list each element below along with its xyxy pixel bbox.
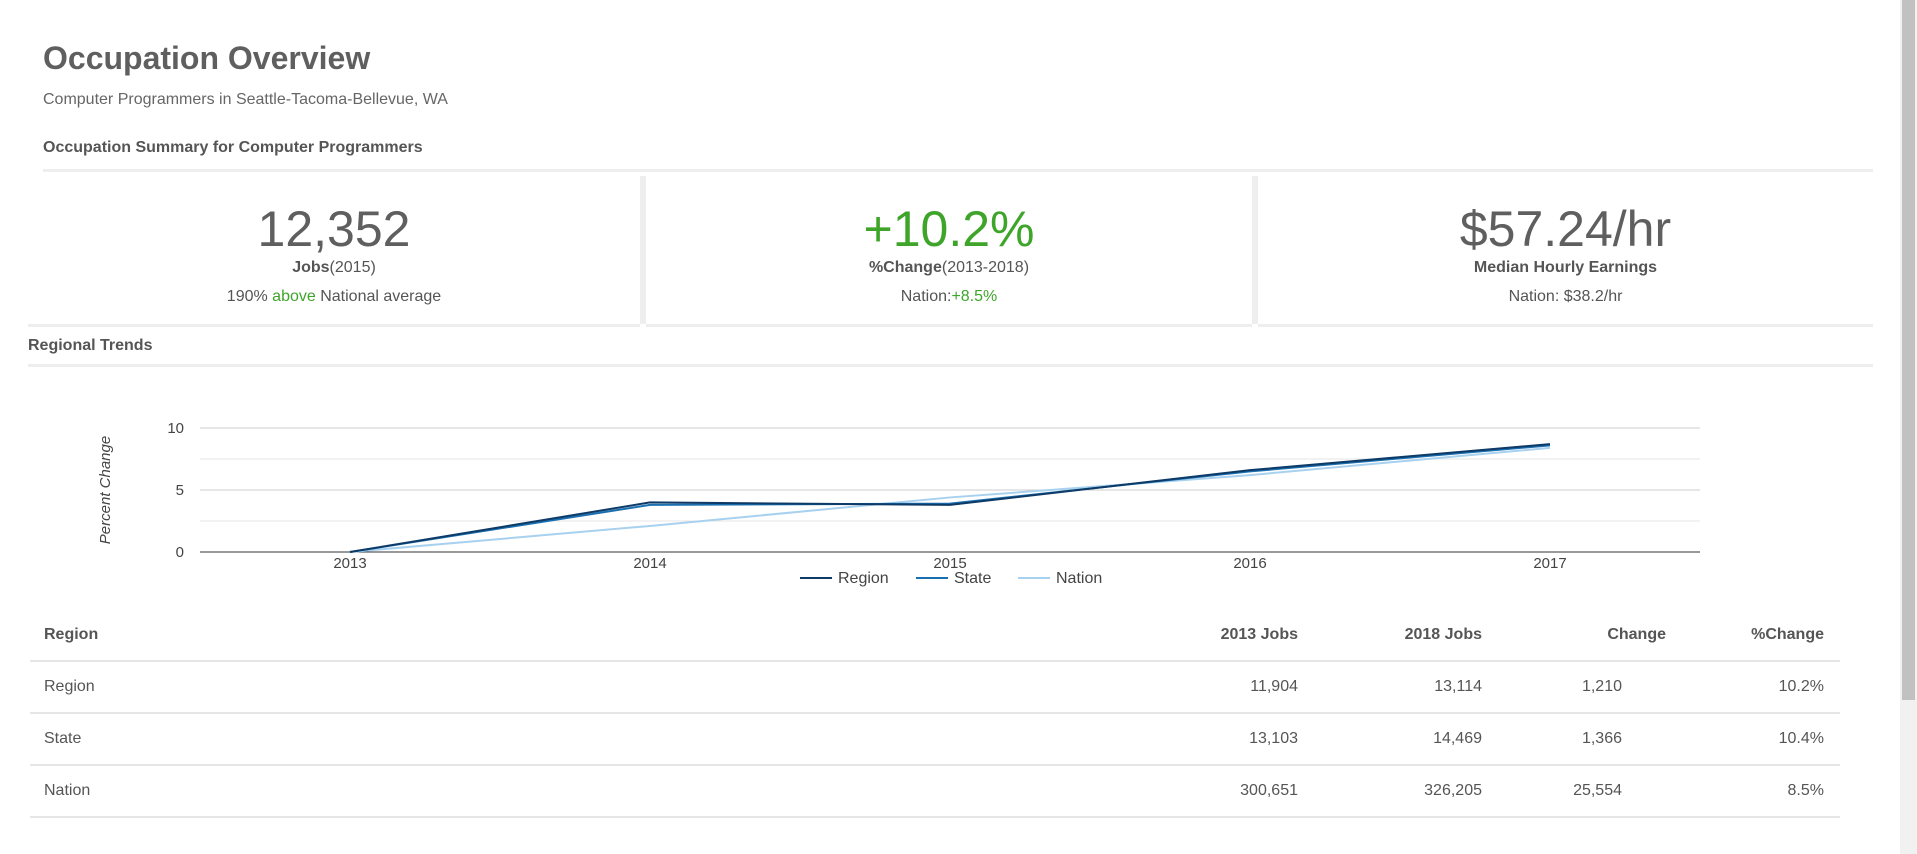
scrollbar-thumb[interactable] <box>1902 0 1915 700</box>
y-tick-label: 10 <box>167 420 184 437</box>
change-value: +10.2% <box>863 201 1035 257</box>
earnings-summary-card: $57.24/hr Median Hourly Earnings Nation:… <box>1258 176 1873 327</box>
table-row: State 13,103 14,469 1,366 10.4% <box>30 713 1840 766</box>
column-header-2013-jobs: 2013 Jobs <box>1108 610 1314 662</box>
jobs-note: 190% above National average <box>28 288 640 306</box>
regional-trends-heading: Regional Trends <box>28 337 1873 367</box>
earnings-label: Median Hourly Earnings <box>1258 259 1873 277</box>
cell-2018-jobs: 13,114 <box>1314 661 1498 714</box>
regional-trends-chart: 0510Percent Change2013 2014 2015 2016 2017Re… <box>97 420 1700 587</box>
y-tick-label: 0 <box>176 544 184 561</box>
change-note: Nation:+8.5% <box>646 288 1252 306</box>
jobs-label: Jobs(2015) <box>28 259 640 277</box>
earnings-value: $57.24/hr <box>1459 201 1672 257</box>
legend-label-state: State <box>954 570 991 587</box>
earnings-note: Nation: $38.2/hr <box>1508 288 1623 305</box>
jobs-note-suffix: National average <box>315 288 442 305</box>
jobs-label-strong: Jobs <box>292 259 330 276</box>
cell-change: 1,366 <box>1498 713 1682 766</box>
column-header-2018-jobs: 2018 Jobs <box>1314 610 1498 662</box>
x-tick-label: 2017 <box>1533 555 1566 572</box>
legend-label-nation: Nation <box>1056 570 1102 587</box>
table-row: Nation 300,651 326,205 25,554 8.5% <box>30 765 1840 818</box>
x-tick-label: 2014 <box>633 555 666 572</box>
cell-change: 25,554 <box>1498 765 1682 818</box>
cell-2013-jobs: 300,651 <box>1108 765 1314 818</box>
cell-2018-jobs: 14,469 <box>1314 713 1498 766</box>
change-note-prefix: Nation: <box>900 288 952 305</box>
jobs-value: 12,352 <box>257 201 411 257</box>
cell-2013-jobs: 11,904 <box>1108 661 1314 714</box>
column-header-region: Region <box>30 610 1108 662</box>
regional-table: Region 2013 Jobs 2018 Jobs Change %Chang… <box>30 610 1840 818</box>
legend-label-region: Region <box>838 570 889 587</box>
column-header-change: Change <box>1498 610 1682 662</box>
y-tick-label: 5 <box>176 482 184 499</box>
change-note-highlight: +8.5% <box>951 288 998 305</box>
x-tick-label: 2016 <box>1233 555 1266 572</box>
page: Occupation Overview Computer Programmers… <box>0 0 1900 854</box>
column-header-percent-change: %Change <box>1682 610 1840 662</box>
cell-percent-change: 8.5% <box>1682 765 1840 818</box>
cell-2018-jobs: 326,205 <box>1314 765 1498 818</box>
jobs-label-year: (2015) <box>329 259 376 276</box>
change-label-strong: %Change <box>868 259 942 276</box>
cell-region-name: Region <box>30 661 1108 714</box>
cell-change: 1,210 <box>1498 661 1682 714</box>
regional-table-wrap: Region 2013 Jobs 2018 Jobs Change %Chang… <box>30 610 1840 818</box>
change-label: %Change(2013-2018) <box>646 259 1252 277</box>
change-summary-card: +10.2% %Change(2013-2018) Nation:+8.5% <box>646 176 1252 327</box>
x-tick-label: 2013 <box>333 555 366 572</box>
cell-region-name: State <box>30 713 1108 766</box>
earnings-label-strong: Median Hourly Earnings <box>1473 259 1658 276</box>
y-axis-title: Percent Change <box>97 436 114 544</box>
jobs-summary-card: 12,352 Jobs(2015) 190% above National av… <box>28 176 640 327</box>
series-line-nation <box>349 446 1551 553</box>
jobs-note-highlight: above <box>272 288 316 305</box>
jobs-note-prefix: 190% <box>226 288 273 305</box>
cell-region-name: Nation <box>30 765 1108 818</box>
page-subtitle: Computer Programmers in Seattle-Tacoma-B… <box>43 91 448 108</box>
cell-percent-change: 10.4% <box>1682 713 1840 766</box>
table-header-row: Region 2013 Jobs 2018 Jobs Change %Chang… <box>30 610 1840 662</box>
cell-2013-jobs: 13,103 <box>1108 713 1314 766</box>
vertical-scrollbar[interactable] <box>1900 0 1917 854</box>
table-row: Region 11,904 13,114 1,210 10.2% <box>30 661 1840 714</box>
page-title: Occupation Overview <box>43 40 371 76</box>
change-label-range: (2013-2018) <box>941 259 1030 276</box>
summary-heading: Occupation Summary for Computer Programm… <box>43 139 1873 172</box>
cell-percent-change: 10.2% <box>1682 661 1840 714</box>
